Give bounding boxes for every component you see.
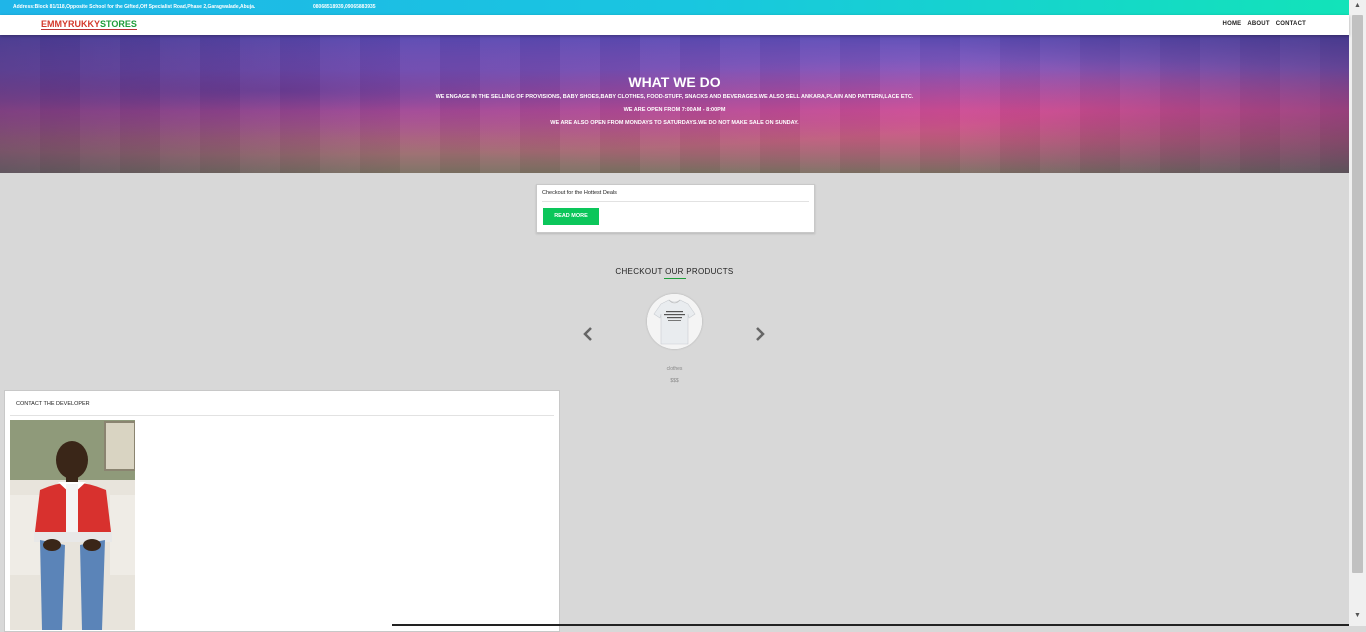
brand-name-part1: EMMYRUKKY — [41, 19, 101, 29]
deals-divider — [542, 201, 809, 202]
product-name: clothes — [666, 366, 683, 372]
contact-card-title: CONTACT THE DEVELOPER — [16, 401, 90, 407]
hero-line-1: WE ENGAGE IN THE SELLING OF PROVISIONS, … — [435, 94, 914, 100]
deals-title: Checkout for the Hottest Deals — [542, 190, 617, 196]
navbar: EMMYRUKKYSTORES HOME ABOUT CONTACT — [0, 15, 1349, 35]
read-more-button[interactable]: READ MORE — [543, 208, 599, 225]
scrollbar-thumb[interactable] — [1352, 15, 1363, 573]
nav-about-link[interactable]: ABOUT — [1247, 21, 1269, 27]
hero-background — [0, 35, 1349, 173]
brand-name-part2: STORES — [100, 19, 137, 29]
chevron-left-icon[interactable] — [583, 327, 593, 343]
deals-card: Checkout for the Hottest Deals READ MORE — [536, 184, 815, 233]
brand-logo[interactable]: EMMYRUKKYSTORES — [41, 19, 137, 30]
chevron-right-icon[interactable] — [755, 327, 765, 343]
phone-numbers: 08068518939,09065883935 — [313, 4, 376, 10]
scroll-down-arrow-icon[interactable]: ▼ — [1352, 612, 1363, 619]
product-image[interactable] — [647, 294, 702, 349]
scroll-up-arrow-icon[interactable]: ▲ — [1352, 2, 1363, 9]
hero-line-2: WE ARE OPEN FROM 7:00AM - 8:00PM — [623, 107, 726, 113]
address-bar: Address:Block 81/118,Opposite School for… — [0, 0, 1366, 15]
nav-home-link[interactable]: HOME — [1223, 21, 1242, 27]
nav-menu: HOME ABOUT CONTACT — [1223, 21, 1306, 27]
developer-photo — [10, 420, 135, 630]
nav-contact-link[interactable]: CONTACT — [1276, 21, 1306, 27]
products-heading: CHECKOUT OUR PRODUCTS — [615, 267, 734, 276]
contact-card-divider — [10, 415, 554, 416]
hero-line-3: WE ARE ALSO OPEN FROM MONDAYS TO SATURDA… — [550, 120, 799, 126]
contact-developer-card: CONTACT THE DEVELOPER — [4, 390, 560, 632]
hero-title: WHAT WE DO — [628, 74, 721, 90]
product-price: $$$ — [670, 378, 679, 384]
products-heading-underline — [664, 278, 686, 279]
hero-banner: WHAT WE DO WE ENGAGE IN THE SELLING OF P… — [0, 35, 1349, 173]
address-text: Address:Block 81/118,Opposite School for… — [13, 4, 256, 10]
